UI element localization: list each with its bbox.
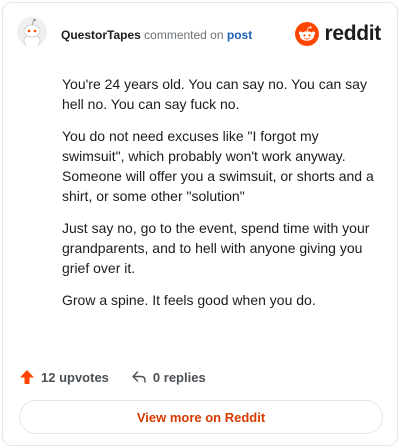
- user-avatar[interactable]: [17, 17, 47, 47]
- upvote-button[interactable]: 12 upvotes: [19, 369, 109, 385]
- upvote-count: 12 upvotes: [41, 369, 109, 385]
- snoo-avatar-icon: [17, 17, 47, 47]
- comment-paragraph: Just say no, go to the event, spend time…: [62, 220, 370, 276]
- comment-body: You're 24 years old. You can say no. You…: [62, 74, 374, 322]
- comment-paragraph: You're 24 years old. You can say no. You…: [62, 76, 367, 112]
- username-link[interactable]: QuestorTapes: [61, 28, 141, 42]
- embedded-comment-card: QuestorTapes commented on post reddit Yo…: [2, 2, 398, 446]
- view-more-button[interactable]: View more on Reddit: [19, 400, 383, 434]
- reply-arrow-icon: [132, 371, 146, 383]
- reply-button[interactable]: 0 replies: [131, 369, 206, 385]
- reply-count: 0 replies: [152, 369, 206, 385]
- action-text: commented on: [144, 28, 224, 42]
- reddit-logo-icon: [295, 22, 320, 46]
- comment-footer: 12 upvotes 0 replies: [19, 366, 206, 388]
- reddit-wordmark: reddit: [324, 22, 381, 45]
- upvote-arrow-icon: [20, 370, 34, 384]
- comment-paragraph: You do not need excuses like "I forgot m…: [62, 128, 374, 204]
- comment-attribution: QuestorTapes commented on post: [61, 27, 252, 43]
- post-link[interactable]: post: [227, 28, 252, 42]
- comment-paragraph: Grow a spine. It feels good when you do.: [62, 292, 316, 308]
- reddit-brand-logo[interactable]: reddit: [295, 21, 381, 47]
- comment-header: QuestorTapes commented on post reddit: [3, 3, 397, 65]
